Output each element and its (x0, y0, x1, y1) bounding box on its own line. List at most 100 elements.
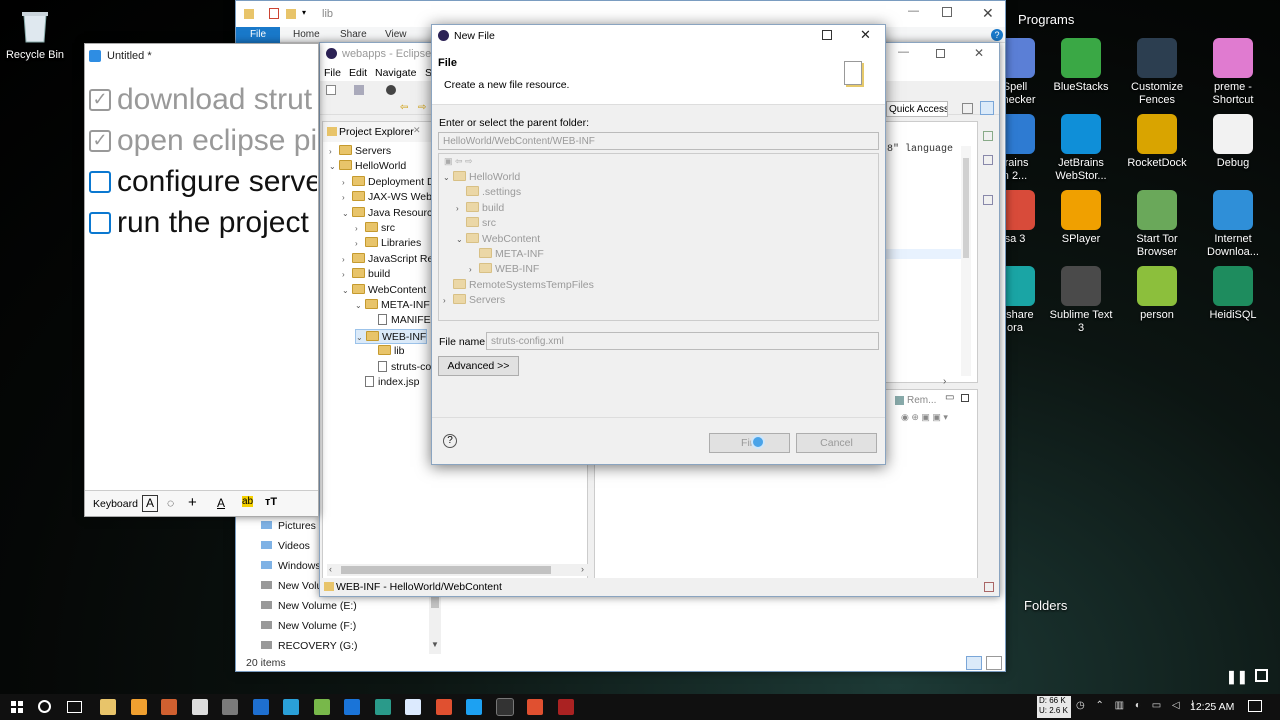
desktop-shortcut[interactable]: Sublime Text 3 (1046, 266, 1116, 335)
folder-tree-item[interactable]: .settings (456, 185, 521, 200)
edge-icon[interactable] (344, 699, 360, 715)
debug-icon[interactable] (386, 85, 396, 95)
checkbox-icon[interactable] (89, 211, 111, 234)
back-icon[interactable]: ⇦ (400, 102, 408, 113)
search-icon[interactable] (38, 700, 51, 713)
tree-item[interactable]: › JavaScript Reso (342, 252, 444, 267)
notepad-icon[interactable] (130, 699, 147, 715)
tab-file[interactable]: File (236, 27, 280, 43)
minimize-view-icon[interactable] (983, 195, 993, 205)
nav-item[interactable]: New Volume (E:) (261, 599, 357, 614)
close-icon[interactable]: ✕ (413, 125, 421, 136)
chevron-right-icon[interactable]: › (943, 376, 946, 387)
task-item[interactable]: configure serve (89, 161, 317, 202)
details-view-icon[interactable] (966, 656, 982, 670)
advanced-button[interactable]: Advanced >> (438, 356, 519, 376)
menu-file[interactable]: File (324, 67, 341, 79)
text-format-icon[interactable]: ᴛT (265, 496, 277, 508)
forward-icon[interactable]: ⇨ (418, 102, 426, 113)
start-icon[interactable] (11, 701, 23, 713)
outlook-icon[interactable] (252, 699, 269, 715)
tab-share[interactable]: Share (340, 29, 367, 40)
action-center-icon[interactable] (1248, 700, 1262, 712)
expand-toggle-icon[interactable]: ⌄ (342, 206, 352, 221)
menu-edit[interactable]: Edit (349, 67, 367, 79)
task-item[interactable]: ✓ open eclipse pi (89, 120, 317, 161)
bottom-view-tab[interactable]: Rem... (907, 395, 936, 406)
chevron-right-icon[interactable]: › (581, 564, 584, 574)
close-icon[interactable]: ✕ (982, 5, 994, 22)
lasso-icon[interactable]: ◌ (167, 496, 174, 510)
clock[interactable]: 12:25 AM (1190, 701, 1234, 713)
expand-toggle-icon[interactable]: ⌄ (329, 159, 339, 174)
folder-tree-item[interactable]: RemoteSystemsTempFiles (443, 278, 594, 293)
tree-item[interactable]: struts-con (368, 360, 437, 375)
notification-icon[interactable] (984, 582, 994, 592)
checkbox-icon[interactable] (89, 170, 111, 193)
xampp-icon[interactable] (161, 699, 177, 715)
desktop-shortcut[interactable]: JetBrains WebStor... (1046, 114, 1116, 183)
chevron-left-icon[interactable]: ‹ (329, 564, 332, 574)
tree-toolbar-icons[interactable]: ▣ ⇦ ⇨ (444, 156, 473, 167)
chrome-icon[interactable] (435, 699, 452, 715)
expand-toggle-icon[interactable]: › (342, 175, 352, 190)
calculator-icon[interactable] (222, 699, 238, 715)
nav-item[interactable]: Windows (261, 559, 321, 574)
desktop-shortcut[interactable]: Start Tor Browser (1122, 190, 1192, 259)
desktop-shortcut[interactable]: person (1122, 266, 1192, 322)
maximize-icon[interactable] (822, 30, 832, 40)
folder-tree-item[interactable]: › build (456, 201, 504, 216)
minimize-icon[interactable]: — (898, 46, 909, 58)
maximize-icon[interactable] (936, 49, 945, 58)
eclipse-icon[interactable] (495, 698, 514, 716)
nav-item[interactable]: Videos (261, 539, 310, 554)
filename-input[interactable] (486, 332, 879, 350)
scroll-thumb[interactable] (341, 566, 551, 574)
tree-item[interactable]: lib (368, 344, 405, 359)
tasks-icon[interactable] (983, 155, 993, 165)
expand-toggle-icon[interactable]: › (355, 236, 365, 251)
globe-icon[interactable] (313, 699, 330, 715)
tree-item[interactable]: ⌄ HelloWorld (329, 159, 406, 174)
chevron-down-icon[interactable]: ▾ (302, 8, 306, 17)
project-explorer-tab[interactable]: Project Explorer ✕ (323, 122, 433, 142)
folder-tree[interactable]: ▣ ⇦ ⇨ ⌄ HelloWorld .settings › build src ⌄ WebC… (438, 153, 879, 321)
desktop-shortcut[interactable]: BlueStacks (1046, 38, 1116, 94)
nav-item[interactable]: New Volume (F:) (261, 619, 356, 634)
scroll-thumb[interactable] (963, 158, 969, 258)
folder-tree-item[interactable]: › WEB-INF (469, 262, 539, 277)
expand-toggle-icon[interactable]: › (329, 144, 339, 159)
maximize-icon[interactable] (961, 394, 969, 402)
desktop-shortcut[interactable]: HeidiSQL (1198, 266, 1268, 322)
folder-tree-item[interactable]: › Servers (443, 293, 505, 308)
fullscreen-icon[interactable] (1255, 669, 1268, 682)
outline-icon[interactable] (983, 131, 993, 141)
desktop-shortcut[interactable]: Debug (1198, 114, 1268, 170)
tree-item[interactable]: › Servers (329, 144, 391, 159)
text-color-icon[interactable]: A (217, 496, 225, 510)
close-icon[interactable]: ✕ (860, 27, 871, 43)
skype-icon[interactable] (283, 699, 299, 715)
sublime-icon[interactable] (527, 699, 543, 715)
menu-navigate[interactable]: Navigate (375, 67, 416, 79)
expand-toggle-icon[interactable]: › (342, 267, 352, 282)
desktop-shortcut[interactable]: Customize Fences (1122, 38, 1192, 107)
font-size-icon[interactable]: A (142, 495, 158, 512)
new-icon[interactable] (326, 85, 336, 95)
expand-toggle-icon[interactable]: › (456, 201, 466, 216)
expand-toggle-icon[interactable]: › (342, 190, 352, 205)
expand-toggle-icon[interactable]: › (355, 221, 365, 236)
folder-tree-item[interactable]: META-INF (469, 247, 544, 262)
nav-item[interactable]: New Volu (261, 579, 322, 594)
finish-button[interactable]: Fini (709, 433, 790, 453)
perspective-icon[interactable] (962, 103, 973, 114)
save-icon[interactable] (354, 85, 364, 95)
cancel-button[interactable]: Cancel (796, 433, 877, 453)
new-file-dialog[interactable]: New File ✕ File Create a new file resour… (431, 24, 886, 465)
recycle-bin[interactable]: Recycle Bin (0, 6, 70, 62)
expand-toggle-icon[interactable]: › (342, 252, 352, 267)
task-item[interactable]: ✓ download strut (89, 79, 317, 120)
chevron-down-icon[interactable]: ▼ (431, 640, 439, 649)
tree-item[interactable]: › Deployment De (342, 175, 440, 190)
twitter-icon[interactable] (466, 699, 482, 715)
